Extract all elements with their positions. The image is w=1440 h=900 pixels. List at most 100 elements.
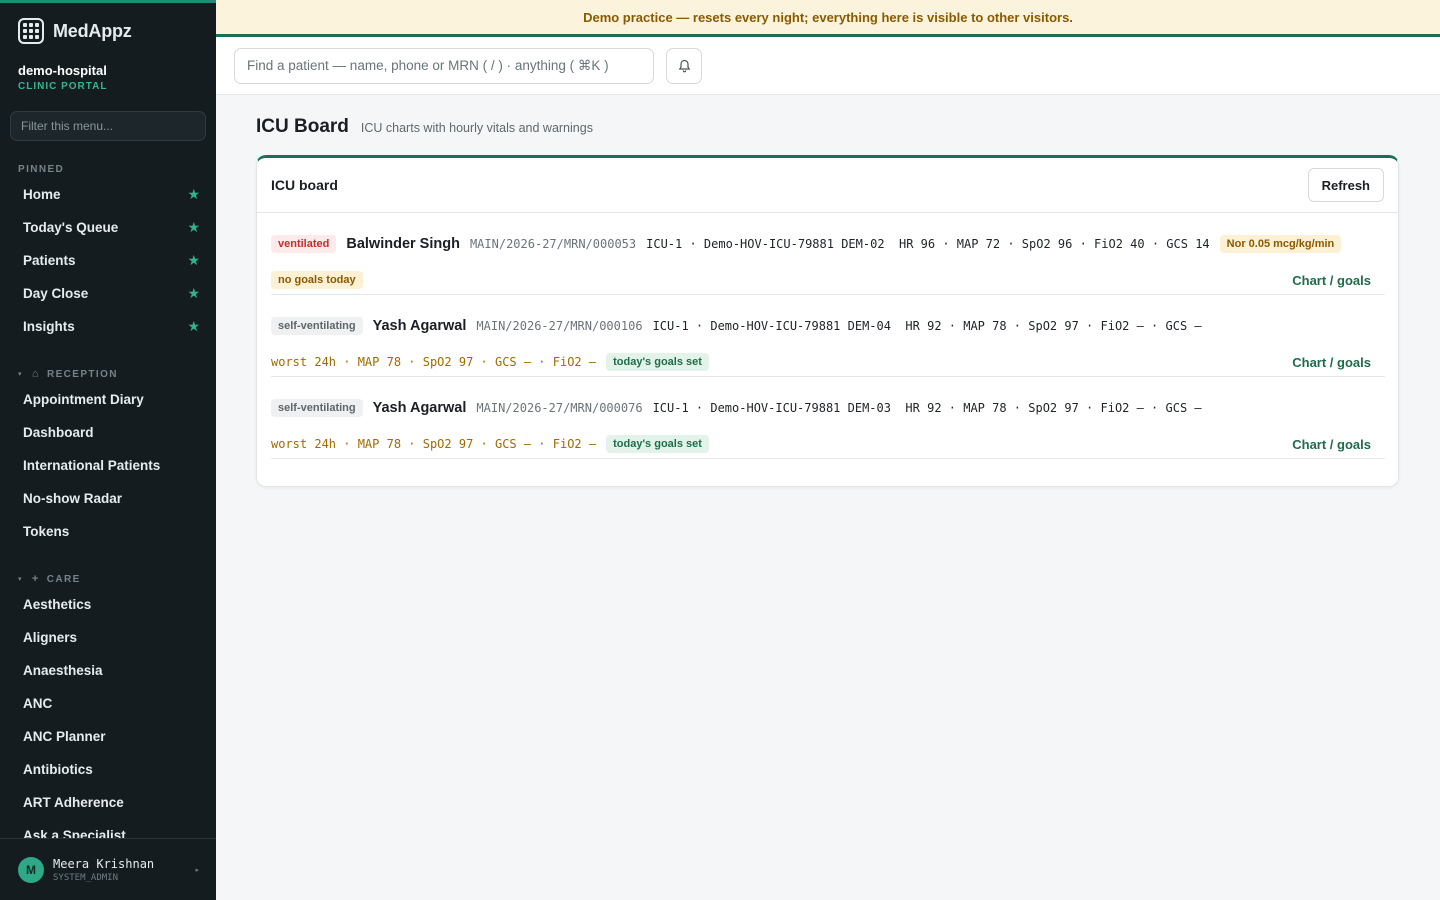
sidebar-item-no-show-radar[interactable]: No-show Radar: [0, 482, 216, 515]
sidebar-item-tokens[interactable]: Tokens: [0, 515, 216, 548]
user-name: Meera Krishnan: [53, 856, 155, 871]
sidebar-item-label: Ask a Specialist: [23, 828, 126, 838]
patient-search-input[interactable]: Find a patient — name, phone or MRN ( / …: [234, 48, 654, 84]
patient-vitals: ICU-1 · Demo-HOV-ICU-79881 DEM-02 HR 96 …: [646, 237, 1210, 251]
notifications-button[interactable]: [666, 48, 702, 84]
patient-mrn: MAIN/2026-27/MRN/000106: [476, 319, 643, 333]
status-badge: ventilated: [271, 235, 337, 253]
card-header: ICU board Refresh: [257, 158, 1398, 213]
org-name: demo-hospital: [18, 63, 107, 78]
sidebar-item-aligners[interactable]: Aligners: [0, 621, 216, 654]
star-icon[interactable]: ★: [187, 186, 200, 203]
sidebar-item-label: ANC Planner: [23, 729, 106, 744]
brand[interactable]: MedAppz: [0, 3, 216, 59]
sidebar-item-label: No-show Radar: [23, 491, 123, 506]
caret-down-icon: ▾: [18, 371, 23, 378]
sidebar-item-antibiotics[interactable]: Antibiotics: [0, 753, 216, 786]
patient-mrn: MAIN/2026-27/MRN/000053: [469, 237, 637, 251]
patient-mrn: MAIN/2026-27/MRN/000076: [476, 401, 643, 415]
sidebar-item-dashboard[interactable]: Dashboard: [0, 416, 216, 449]
star-icon[interactable]: ★: [187, 219, 200, 236]
reception-section-label: RECEPTION: [46, 368, 118, 380]
reception-section-toggle[interactable]: ▾ ⌂ RECEPTION: [0, 367, 216, 381]
patient-vitals: ICU-1 · Demo-HOV-ICU-79881 DEM-03 HR 92 …: [652, 401, 1202, 415]
patient-row[interactable]: self-ventilating Yash Agarwal MAIN/2026-…: [271, 377, 1385, 459]
sidebar-item-label: Patients: [23, 253, 76, 268]
star-icon[interactable]: ★: [187, 318, 200, 335]
brand-name: MedAppz: [53, 20, 132, 41]
refresh-button[interactable]: Refresh: [1307, 168, 1384, 202]
sidebar-item-label: Dashboard: [23, 425, 94, 440]
sidebar-item-art-adherence[interactable]: ART Adherence: [0, 786, 216, 819]
caret-down-icon: ▾: [18, 576, 23, 583]
sidebar-item-todays-queue[interactable]: Today's Queue ★: [0, 211, 216, 244]
worst-24h-summary: worst 24h · MAP 78 · SpO2 97 · GCS — · F…: [271, 437, 597, 451]
sidebar-item-appointment-diary[interactable]: Appointment Diary: [0, 383, 216, 416]
sidebar-item-label: Antibiotics: [23, 762, 93, 777]
patient-name: Yash Agarwal: [372, 400, 467, 416]
patient-vitals: ICU-1 · Demo-HOV-ICU-79881 DEM-04 HR 92 …: [652, 319, 1202, 333]
sidebar-item-home[interactable]: Home ★: [0, 178, 216, 211]
sidebar-item-anc-planner[interactable]: ANC Planner: [0, 720, 216, 753]
plus-icon: +: [31, 573, 40, 585]
bell-icon: [678, 59, 690, 73]
sidebar-item-label: Aesthetics: [23, 597, 92, 612]
sidebar-item-label: Appointment Diary: [23, 392, 144, 407]
drug-badge: Nor 0.05 mcg/kg/min: [1219, 235, 1342, 253]
patient-row[interactable]: ventilated Balwinder Singh MAIN/2026-27/…: [271, 213, 1385, 295]
sidebar-item-label: Day Close: [23, 286, 89, 301]
sidebar-item-insights[interactable]: Insights ★: [0, 310, 216, 343]
worst-24h-summary: worst 24h · MAP 78 · SpO2 97 · GCS — · F…: [271, 355, 597, 369]
care-section-label: CARE: [46, 573, 81, 585]
patient-name: Yash Agarwal: [372, 318, 467, 334]
sidebar-item-label: International Patients: [23, 458, 161, 473]
org-info: demo-hospital CLINIC PORTAL: [0, 59, 216, 92]
pinned-section-label: PINNED: [18, 163, 65, 175]
goals-badge: today's goals set: [606, 353, 709, 371]
org-subtitle: CLINIC PORTAL: [18, 81, 108, 92]
sidebar-item-label: Home: [23, 187, 61, 202]
sidebar-item-label: Aligners: [23, 630, 78, 645]
sidebar-item-label: Today's Queue: [23, 220, 119, 235]
chart-goals-link[interactable]: Chart / goals: [1292, 355, 1371, 370]
chart-goals-link[interactable]: Chart / goals: [1292, 273, 1371, 288]
sidebar-item-label: Tokens: [23, 524, 70, 539]
sidebar-item-aesthetics[interactable]: Aesthetics: [0, 588, 216, 621]
care-section-toggle[interactable]: ▾ + CARE: [0, 572, 216, 586]
sidebar: MedAppz demo-hospital CLINIC PORTAL Filt…: [0, 0, 216, 900]
user-menu[interactable]: M Meera Krishnan SYSTEM_ADMIN ▸: [0, 838, 216, 900]
page-header: ICU Board ICU charts with hourly vitals …: [256, 116, 593, 138]
chart-goals-link[interactable]: Chart / goals: [1292, 437, 1371, 452]
sidebar-item-international-patients[interactable]: International Patients: [0, 449, 216, 482]
sidebar-item-day-close[interactable]: Day Close ★: [0, 277, 216, 310]
demo-banner: Demo practice — resets every night; ever…: [216, 0, 1440, 37]
sidebar-item-patients[interactable]: Patients ★: [0, 244, 216, 277]
home-icon: ⌂: [31, 368, 40, 380]
sidebar-item-label: Anaesthesia: [23, 663, 103, 678]
card-title: ICU board: [271, 177, 338, 193]
status-badge: self-ventilating: [271, 399, 363, 417]
patient-name: Balwinder Singh: [346, 236, 460, 252]
patient-row[interactable]: self-ventilating Yash Agarwal MAIN/2026-…: [271, 295, 1385, 377]
user-role: SYSTEM_ADMIN: [53, 872, 119, 883]
nav-scroll[interactable]: demo-hospital CLINIC PORTAL Filter this …: [0, 59, 216, 838]
star-icon[interactable]: ★: [187, 252, 200, 269]
goals-badge: today's goals set: [606, 435, 709, 453]
status-badge: self-ventilating: [271, 317, 363, 335]
caret-icon: ▸: [195, 866, 199, 874]
avatar: M: [18, 856, 44, 883]
sidebar-item-label: ANC: [23, 696, 53, 711]
app-logo-icon: [18, 18, 44, 44]
icu-board-card: ICU board Refresh ventilated Balwinder S…: [256, 155, 1399, 487]
page-title: ICU Board: [256, 116, 349, 137]
sidebar-item-ask-a-specialist[interactable]: Ask a Specialist: [0, 819, 216, 838]
goals-badge: no goals today: [271, 271, 363, 289]
star-icon[interactable]: ★: [187, 285, 200, 302]
topbar: Find a patient — name, phone or MRN ( / …: [216, 37, 1440, 95]
menu-filter-input[interactable]: Filter this menu...: [10, 111, 206, 141]
sidebar-item-label: ART Adherence: [23, 795, 124, 810]
sidebar-item-anaesthesia[interactable]: Anaesthesia: [0, 654, 216, 687]
sidebar-item-label: Insights: [23, 319, 75, 334]
sidebar-item-anc[interactable]: ANC: [0, 687, 216, 720]
page-subtitle: ICU charts with hourly vitals and warnin…: [360, 121, 593, 135]
